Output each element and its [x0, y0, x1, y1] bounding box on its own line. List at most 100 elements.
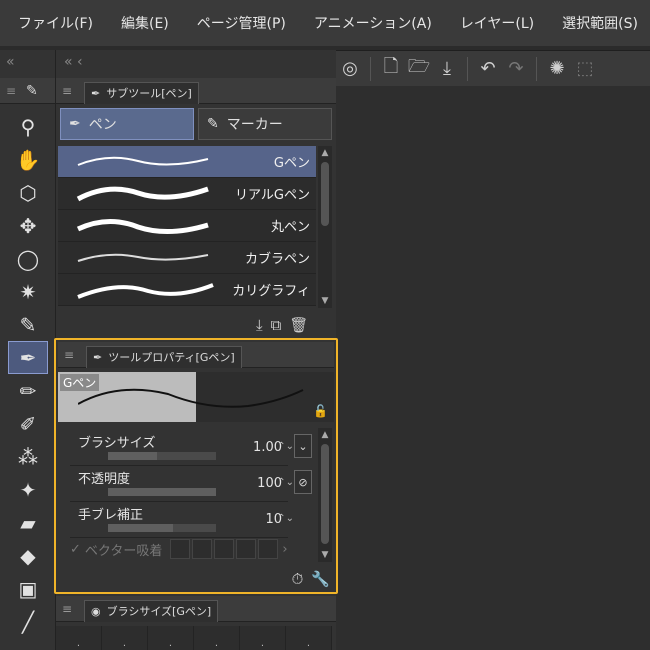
brush-size-dynamics-button[interactable]: ⌄ [294, 434, 312, 458]
wrench-icon[interactable]: 🔧 [311, 570, 330, 588]
stepper-icon[interactable]: ⌃⌄ [277, 477, 294, 488]
pen-tool-icon[interactable]: ✒ [8, 341, 48, 374]
property-brush-size[interactable]: ブラシサイズ 1.00 ⌃⌄ [70, 430, 294, 466]
property-title: ツールプロパティ[Gペン] [108, 351, 235, 364]
snap-option[interactable] [258, 539, 279, 559]
undo-icon[interactable]: ↶ [474, 55, 502, 83]
property-label: 不透明度 [78, 472, 131, 487]
group-pen[interactable]: ✒ ペン [60, 108, 194, 140]
stroke-preview [77, 253, 209, 262]
menu-icon[interactable]: ≡ [62, 602, 84, 616]
property-stabilization[interactable]: 手ブレ補正 10 ⌃⌄ [70, 502, 294, 538]
collapse-icon[interactable]: « ‹ [56, 50, 336, 78]
airbrush-tool-icon[interactable]: ⁂ [8, 440, 48, 473]
reset-icon[interactable]: ⏱ [292, 570, 304, 588]
checkbox-icon[interactable]: ✓ [70, 542, 81, 557]
scroll-up-icon[interactable]: ▲ [320, 430, 330, 440]
duplicate-icon[interactable]: ⧉ [271, 316, 282, 334]
menu-animation[interactable]: アニメーション(A) [314, 13, 432, 33]
pen-tab-icon[interactable]: ✎ [26, 83, 38, 99]
tool-property-panel: ≡ ✒ ツールプロパティ[Gペン] Gペン 🔓 ブラシサイズ 1.00 ⌃⌄ ⌄… [54, 338, 338, 594]
opacity-dynamics-button[interactable]: ⊘ [294, 470, 312, 494]
magic-wand-tool-icon[interactable]: ✷ [8, 275, 48, 308]
selection-icon[interactable]: ⬚ [571, 55, 599, 83]
brush-size-region: ≡ ◉ ブラシサイズ[Gペン] · · · · · · [56, 596, 336, 650]
brush-item[interactable]: Gペン [58, 146, 316, 178]
separator [536, 56, 537, 81]
loading-icon[interactable]: ✺ [543, 55, 571, 83]
brush-size-tab[interactable]: ◉ ブラシサイズ[Gペン] [84, 599, 219, 622]
property-scrollbar[interactable]: ▲ ▼ [318, 428, 332, 562]
size-preset[interactable]: · [102, 626, 148, 650]
trash-icon[interactable]: 🗑 [289, 316, 308, 334]
property-label: 手ブレ補正 [78, 508, 144, 523]
eyedropper-tool-icon[interactable]: ✎ [8, 308, 48, 341]
app-logo-icon[interactable]: ◎ [336, 55, 364, 83]
hand-tool-icon[interactable]: ✋ [8, 143, 48, 176]
zoom-tool-icon[interactable]: ⚲ [8, 110, 48, 143]
fill-tool-icon[interactable]: ◆ [8, 539, 48, 572]
eraser-tool-icon[interactable]: ▰ [8, 506, 48, 539]
menu-icon[interactable]: ≡ [6, 84, 26, 98]
size-preset[interactable]: · [286, 626, 332, 650]
import-icon[interactable]: ⤓ [256, 316, 263, 334]
lock-icon[interactable]: 🔓 [313, 404, 328, 418]
gradient-tool-icon[interactable]: ▣ [8, 572, 48, 605]
lasso-tool-icon[interactable]: ◯ [8, 242, 48, 275]
scroll-up-icon[interactable]: ▲ [320, 148, 330, 158]
stepper-icon[interactable]: ⌃⌄ [277, 513, 294, 524]
property-tab[interactable]: ✒ ツールプロパティ[Gペン] [86, 345, 242, 368]
line-tool-icon[interactable]: ╱ [8, 605, 48, 638]
brush-list-scrollbar[interactable]: ▲ ▼ [318, 146, 332, 308]
size-preset[interactable]: · [240, 626, 286, 650]
menu-icon[interactable]: ≡ [64, 348, 86, 362]
scroll-thumb[interactable] [321, 162, 329, 226]
menu-icon[interactable]: ≡ [62, 84, 84, 98]
new-file-icon[interactable]: 🗋 [377, 55, 405, 83]
snap-option[interactable] [236, 539, 257, 559]
property-slider[interactable] [108, 524, 216, 532]
pen-settings-icon: ✒ [93, 350, 103, 364]
property-opacity[interactable]: 不透明度 100 ⌃⌄ [70, 466, 294, 502]
menu-page[interactable]: ページ管理(P) [197, 13, 286, 33]
move-tool-icon[interactable]: ✥ [8, 209, 48, 242]
pencil-tool-icon[interactable]: ✏ [8, 374, 48, 407]
redo-icon[interactable]: ↷ [502, 55, 530, 83]
chevron-right-icon[interactable]: › [282, 542, 287, 557]
object-tool-icon[interactable]: ⬡ [8, 176, 48, 209]
menu-bar: ファイル(F) 編集(E) ページ管理(P) アニメーション(A) レイヤー(L… [0, 0, 650, 46]
size-preset[interactable]: · [194, 626, 240, 650]
open-folder-icon[interactable]: 🗁 [405, 55, 433, 83]
menu-selection[interactable]: 選択範囲(S) [562, 13, 638, 33]
size-preset[interactable]: · [148, 626, 194, 650]
brush-tool-icon[interactable]: ✐ [8, 407, 48, 440]
brush-size-header: ≡ ◉ ブラシサイズ[Gペン] [56, 596, 336, 622]
decoration-tool-icon[interactable]: ✦ [8, 473, 48, 506]
tool-palette: « ≡ ✎ ⚲ ✋ ⬡ ✥ ◯ ✷ ✎ ✒ ✏ ✐ ⁂ ✦ ▰ ◆ ▣ ╱ [0, 50, 56, 650]
stepper-icon[interactable]: ⌃⌄ [277, 441, 294, 452]
collapse-icon[interactable]: « [0, 50, 55, 78]
scroll-down-icon[interactable]: ▼ [320, 296, 330, 306]
snap-option[interactable] [214, 539, 235, 559]
brush-item[interactable]: リアルGペン [58, 178, 316, 210]
property-slider[interactable] [108, 488, 216, 496]
group-label: マーカー [226, 117, 283, 133]
scroll-down-icon[interactable]: ▼ [320, 550, 330, 560]
save-icon[interactable]: ⤓ [433, 55, 461, 83]
snap-option[interactable] [170, 539, 191, 559]
brush-item[interactable]: 丸ペン [58, 210, 316, 242]
brush-item[interactable]: カブラペン [58, 242, 316, 274]
scroll-thumb[interactable] [321, 444, 329, 544]
snap-option[interactable] [192, 539, 213, 559]
group-marker[interactable]: ✎ マーカー [198, 108, 332, 140]
property-slider[interactable] [108, 452, 216, 460]
size-preset[interactable]: · [56, 626, 102, 650]
menu-file[interactable]: ファイル(F) [18, 13, 93, 33]
menu-edit[interactable]: 編集(E) [121, 13, 169, 33]
menu-layer[interactable]: レイヤー(L) [460, 13, 534, 33]
brush-name: カブラペン [244, 252, 310, 267]
subtool-tab[interactable]: ✒ サブツール[ペン] [84, 81, 199, 104]
canvas-area[interactable] [336, 86, 650, 650]
brush-item[interactable]: カリグラフィ [58, 274, 316, 306]
marker-icon: ✎ [207, 116, 219, 132]
